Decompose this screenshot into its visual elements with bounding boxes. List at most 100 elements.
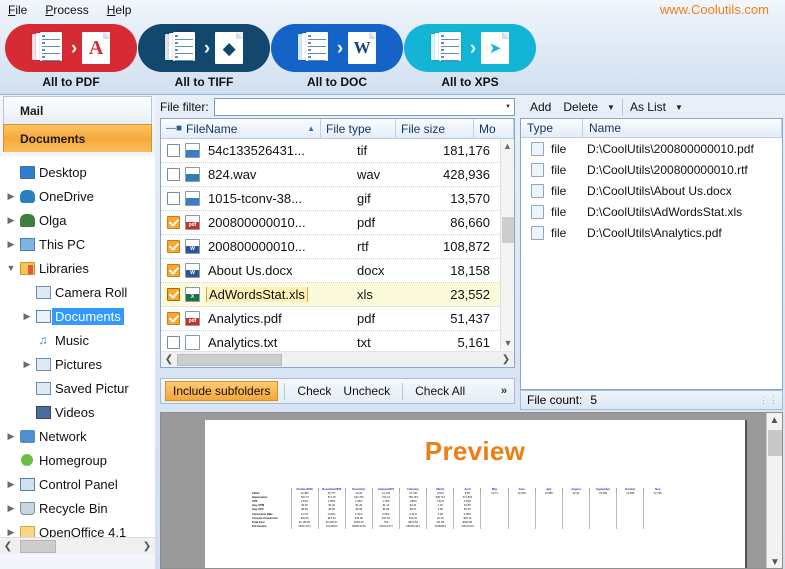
brand-link[interactable]: www.Coolutils.com	[660, 2, 769, 17]
tree-item-control-panel[interactable]: ▶Control Panel	[0, 472, 155, 496]
scroll-up-icon[interactable]: ▲	[767, 413, 782, 428]
tree-item-pictures[interactable]: ▶Pictures	[0, 352, 155, 376]
folder-tree[interactable]: Desktop▶OneDrive▶Olga▶This PC▼LibrariesC…	[0, 156, 155, 544]
expand-arrow-right-icon[interactable]: ▶	[4, 503, 18, 514]
include-subfolders-button[interactable]: Include subfolders	[165, 381, 278, 401]
file-checkbox[interactable]	[167, 240, 180, 253]
tree-item-label: Recycle Bin	[36, 500, 111, 517]
scroll-right-icon[interactable]: ❯	[139, 541, 155, 552]
file-checkbox[interactable]	[167, 312, 180, 325]
delete-button[interactable]: Delete	[557, 100, 604, 114]
tree-item-music[interactable]: ♫Music	[0, 328, 155, 352]
scroll-down-icon[interactable]: ▼	[767, 555, 783, 569]
menu-item-file[interactable]: FFileile	[8, 3, 27, 17]
sidebar-horizontal-scrollbar[interactable]: ❮ ❯	[0, 537, 155, 554]
expand-arrow-right-icon[interactable]: ▶	[4, 191, 18, 202]
scroll-left-icon[interactable]: ❮	[161, 354, 177, 365]
file-checkbox[interactable]	[167, 144, 180, 157]
list-item[interactable]: fileD:\CoolUtils\200800000010.rtf	[521, 159, 782, 180]
scroll-up-icon[interactable]: ▲	[501, 139, 514, 153]
expand-arrow-down-icon[interactable]: ▼	[4, 263, 18, 273]
expand-arrow-right-icon[interactable]: ▶	[4, 479, 18, 490]
table-row[interactable]: Analytics.txttxt5,161	[161, 331, 500, 350]
expand-arrow-right-icon[interactable]: ▶	[4, 215, 18, 226]
table-row[interactable]: 824.wavwav428,936	[161, 163, 500, 187]
selected-files-rows[interactable]: fileD:\CoolUtils\200800000010.pdffileD:\…	[521, 138, 782, 243]
expand-arrow-right-icon[interactable]: ▶	[4, 431, 18, 442]
table-row[interactable]: WAbout Us.docxdocx18,158	[161, 259, 500, 283]
all-to-xps-button[interactable]: › ➤ All to XPS	[404, 24, 536, 89]
tree-item-documents[interactable]: ▶Documents	[0, 304, 155, 328]
table-row[interactable]: XAdWordsStat.xlsxls23,552	[161, 283, 500, 307]
expand-arrow-right-icon[interactable]: ▶	[20, 359, 34, 370]
all-to-pdf-button[interactable]: › A All to PDF	[5, 24, 137, 89]
preview-vertical-scrollbar[interactable]: ▲ ▼	[766, 413, 782, 569]
sidebar-tab-mail[interactable]: Mail	[3, 96, 152, 124]
toolbar-overflow-button[interactable]: »	[501, 385, 510, 397]
tree-item-olga[interactable]: ▶Olga	[0, 208, 155, 232]
list-item[interactable]: fileD:\CoolUtils\200800000010.pdf	[521, 138, 782, 159]
check-all-button[interactable]: Check All	[409, 384, 471, 398]
table-row[interactable]: 1015-tconv-38...gif13,570	[161, 187, 500, 211]
delete-dropdown-icon[interactable]: ▼	[607, 103, 615, 112]
scroll-thumb[interactable]	[20, 540, 56, 553]
add-button[interactable]: Add	[524, 100, 557, 114]
tree-item-network[interactable]: ▶Network	[0, 424, 155, 448]
tree-item-onedrive[interactable]: ▶OneDrive	[0, 184, 155, 208]
column-header-filesize[interactable]: File size	[396, 119, 474, 138]
column-header-modified[interactable]: Mo	[474, 119, 514, 138]
chevron-down-icon[interactable]: ▼	[505, 104, 511, 110]
table-row[interactable]: W200800000010...rtf108,872	[161, 235, 500, 259]
check-button[interactable]: Check	[291, 384, 337, 398]
column-header-name[interactable]: Name	[583, 119, 782, 137]
list-item[interactable]: fileD:\CoolUtils\Analytics.pdf	[521, 222, 782, 243]
menu-item-help[interactable]: Help	[107, 3, 132, 17]
list-item[interactable]: fileD:\CoolUtils\AdWordsStat.xls	[521, 201, 782, 222]
tree-item-videos[interactable]: Videos	[0, 400, 155, 424]
tree-item-this-pc[interactable]: ▶This PC	[0, 232, 155, 256]
tree-item-recycle-bin[interactable]: ▶ Recycle Bin	[0, 496, 155, 520]
as-list-dropdown-icon[interactable]: ▼	[675, 103, 683, 112]
scroll-thumb[interactable]	[768, 430, 782, 456]
scroll-thumb[interactable]	[177, 354, 282, 366]
file-filter-input[interactable]: ▼	[214, 98, 515, 116]
tree-item-homegroup[interactable]: Homegroup	[0, 448, 155, 472]
scroll-thumb[interactable]	[502, 217, 514, 243]
file-checkbox[interactable]	[167, 168, 180, 181]
as-list-button[interactable]: As List	[630, 100, 672, 114]
file-list-vertical-scrollbar[interactable]: ▲ ▼	[500, 139, 514, 350]
uncheck-button[interactable]: Uncheck	[337, 384, 396, 398]
selected-file-path: D:\CoolUtils\About Us.docx	[587, 184, 732, 198]
selected-files-list: Type Name fileD:\CoolUtils\200800000010.…	[520, 118, 783, 390]
menu-item-process[interactable]: Process	[45, 3, 88, 17]
file-checkbox[interactable]	[167, 336, 180, 349]
column-header-filetype[interactable]: File type	[321, 119, 396, 138]
scroll-left-icon[interactable]: ❮	[0, 541, 16, 552]
all-to-doc-button[interactable]: › W All to DOC	[271, 24, 403, 89]
expand-arrow-right-icon[interactable]: ▶	[20, 311, 34, 322]
scroll-down-icon[interactable]: ▼	[501, 336, 515, 350]
list-item[interactable]: fileD:\CoolUtils\About Us.docx	[521, 180, 782, 201]
column-header-filename[interactable]: —■ FileName ▲	[161, 119, 321, 138]
table-row[interactable]: pdfAnalytics.pdfpdf51,437	[161, 307, 500, 331]
file-checkbox[interactable]	[167, 288, 180, 301]
tree-item-camera-roll[interactable]: Camera Roll	[0, 280, 155, 304]
sidebar-tab-documents[interactable]: Documents	[3, 124, 152, 152]
file-checkbox[interactable]	[167, 264, 180, 277]
file-list-horizontal-scrollbar[interactable]: ❮ ❯	[161, 351, 514, 367]
all-to-tiff-button[interactable]: › ◆ All to TIFF	[138, 24, 270, 89]
tree-item-libraries[interactable]: ▼Libraries	[0, 256, 155, 280]
scroll-right-icon[interactable]: ❯	[498, 354, 514, 365]
tree-item-saved-pictur[interactable]: Saved Pictur	[0, 376, 155, 400]
file-checkbox[interactable]	[167, 216, 180, 229]
tree-item-desktop[interactable]: Desktop	[0, 160, 155, 184]
file-list-rows[interactable]: 54c133526431...tif181,176824.wavwav428,9…	[161, 139, 500, 350]
resize-grip-icon[interactable]: ⋮⋮	[759, 395, 779, 406]
expand-arrow-right-icon[interactable]: ▶	[4, 527, 18, 538]
file-checkbox[interactable]	[167, 192, 180, 205]
table-row[interactable]: pdf200800000010...pdf86,660	[161, 211, 500, 235]
table-row[interactable]: 54c133526431...tif181,176	[161, 139, 500, 163]
column-header-type[interactable]: Type	[521, 119, 583, 137]
expand-arrow-right-icon[interactable]: ▶	[4, 239, 18, 250]
tree-item-label: Homegroup	[36, 452, 110, 469]
